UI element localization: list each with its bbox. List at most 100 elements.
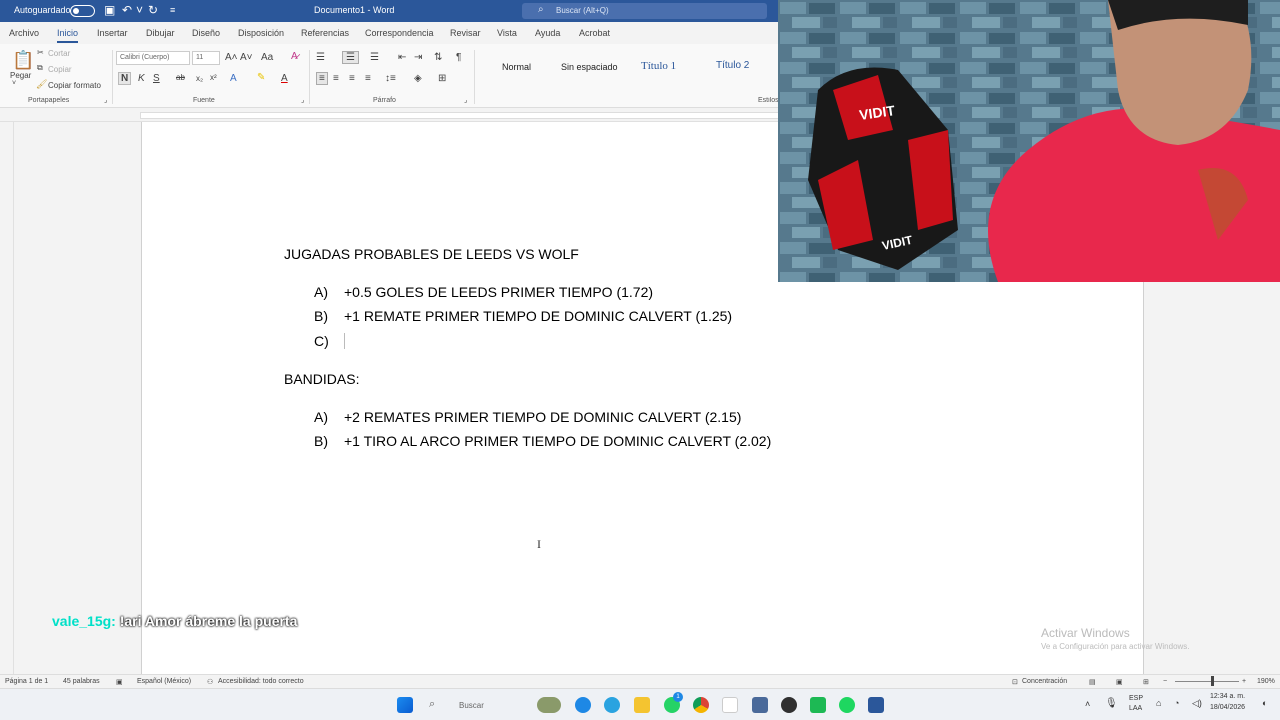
paste-label[interactable]: Pegar: [10, 71, 31, 80]
network-icon[interactable]: ⌂: [1156, 698, 1161, 708]
language-top[interactable]: ESP: [1129, 695, 1143, 702]
app-icon[interactable]: [781, 697, 797, 713]
tab-correspondencia[interactable]: Correspondencia: [365, 28, 434, 38]
style-no-spacing[interactable]: Sin espaciado: [561, 62, 618, 72]
app-icon[interactable]: [810, 697, 826, 713]
web-layout-icon[interactable]: ⊞: [1143, 678, 1149, 686]
bold-icon[interactable]: N: [118, 72, 132, 85]
tab-acrobat[interactable]: Acrobat: [579, 28, 610, 38]
font-name-box[interactable]: Calibri (Cuerpo): [116, 51, 190, 65]
subscript-icon[interactable]: x₂: [196, 74, 203, 83]
borders-icon[interactable]: ⊞: [438, 73, 446, 84]
align-center-icon[interactable]: ≡: [333, 73, 339, 84]
wifi-icon[interactable]: ◔: [1174, 698, 1179, 708]
microphone-icon[interactable]: 🎙: [1105, 698, 1118, 709]
decrease-indent-icon[interactable]: ⇤: [398, 52, 406, 63]
cut-label[interactable]: Cortar: [48, 49, 70, 58]
save-icon[interactable]: ▣: [104, 3, 115, 17]
tab-diseno[interactable]: Diseño: [192, 28, 220, 38]
zoom-out-icon[interactable]: −: [1163, 678, 1167, 685]
read-mode-icon[interactable]: ▤: [1089, 678, 1096, 686]
word-count[interactable]: 45 palabras: [63, 678, 100, 685]
increase-indent-icon[interactable]: ⇥: [414, 52, 422, 63]
language-status[interactable]: Español (México): [137, 678, 191, 685]
undo-dropdown-icon[interactable]: ˅: [136, 3, 143, 17]
undo-icon[interactable]: ↶: [122, 3, 132, 17]
numbering-icon[interactable]: ☰: [342, 51, 359, 64]
style-heading1[interactable]: Título 1: [641, 60, 676, 72]
style-heading2[interactable]: Título 2: [716, 60, 749, 71]
tab-vista[interactable]: Vista: [497, 28, 517, 38]
text-effects-icon[interactable]: A: [230, 73, 237, 84]
proofing-icon[interactable]: ▣: [116, 678, 123, 686]
paste-icon[interactable]: 📋: [12, 50, 34, 71]
app-icon[interactable]: [722, 697, 738, 713]
font-size-box[interactable]: 11: [192, 51, 220, 65]
autosave-toggle[interactable]: [70, 5, 95, 17]
print-layout-icon[interactable]: ▣: [1116, 678, 1123, 686]
vertical-ruler[interactable]: [0, 122, 14, 674]
align-left-icon[interactable]: ≡: [316, 72, 328, 85]
change-case-icon[interactable]: Aa: [261, 52, 273, 63]
paste-dropdown-icon[interactable]: ˅: [12, 80, 16, 87]
grow-font-icon[interactable]: A˄: [225, 52, 238, 63]
spotify-icon[interactable]: [839, 697, 855, 713]
telegram-icon[interactable]: [604, 697, 620, 713]
shading-icon[interactable]: ◈: [414, 73, 422, 84]
file-explorer-icon[interactable]: [634, 697, 650, 713]
multilevel-list-icon[interactable]: ☰: [370, 52, 379, 63]
chevron-up-icon[interactable]: ˄: [1085, 699, 1090, 709]
shrink-font-icon[interactable]: A˅: [240, 52, 253, 63]
tab-archivo[interactable]: Archivo: [9, 28, 39, 38]
font-launcher-icon[interactable]: ⌟: [301, 96, 304, 104]
sort-icon[interactable]: ⇅: [434, 52, 442, 63]
tab-ayuda[interactable]: Ayuda: [535, 28, 560, 38]
vertical-scrollbar[interactable]: [1268, 282, 1280, 674]
tab-inicio[interactable]: Inicio: [57, 28, 79, 43]
page-count[interactable]: Página 1 de 1: [5, 678, 48, 685]
chrome-icon[interactable]: [693, 697, 709, 713]
strikethrough-icon[interactable]: ab: [176, 73, 185, 82]
clock-date[interactable]: 18/04/2026: [1210, 704, 1245, 711]
show-marks-icon[interactable]: ¶: [456, 52, 461, 63]
underline-icon[interactable]: S: [153, 73, 160, 84]
tab-insertar[interactable]: Insertar: [97, 28, 128, 38]
clipboard-launcher-icon[interactable]: ⌟: [104, 96, 107, 104]
focus-mode[interactable]: Concentración: [1022, 678, 1067, 685]
redo-icon[interactable]: ↻: [148, 3, 158, 17]
line-spacing-icon[interactable]: ↕≡: [385, 73, 396, 84]
justify-icon[interactable]: ≡: [365, 73, 371, 84]
customize-toolbar-icon[interactable]: ≡: [170, 5, 175, 15]
italic-icon[interactable]: K: [138, 73, 145, 84]
tab-revisar[interactable]: Revisar: [450, 28, 481, 38]
style-normal[interactable]: Normal: [502, 62, 531, 72]
tab-dibujar[interactable]: Dibujar: [146, 28, 175, 38]
start-icon[interactable]: [397, 697, 413, 713]
align-right-icon[interactable]: ≡: [349, 73, 355, 84]
edge-icon[interactable]: [575, 697, 591, 713]
clear-formatting-icon[interactable]: A̷: [291, 51, 298, 62]
volume-icon[interactable]: ◁): [1192, 698, 1202, 709]
zoom-slider-thumb[interactable]: [1211, 676, 1214, 686]
language-bottom[interactable]: LAA: [1129, 705, 1142, 712]
superscript-icon[interactable]: x²: [210, 73, 217, 82]
zoom-slider[interactable]: [1175, 681, 1239, 682]
tab-disposicion[interactable]: Disposición: [238, 28, 284, 38]
copy-label[interactable]: Copiar: [48, 65, 72, 74]
font-color-icon[interactable]: A: [281, 73, 288, 84]
tab-referencias[interactable]: Referencias: [301, 28, 349, 38]
horizontal-ruler[interactable]: [0, 108, 780, 122]
clock-time[interactable]: 12:34 a. m.: [1210, 693, 1245, 700]
notifications-icon[interactable]: ◐: [1262, 698, 1267, 708]
word-icon[interactable]: [868, 697, 884, 713]
zoom-level[interactable]: 190%: [1257, 678, 1275, 685]
format-painter-label[interactable]: Copiar formato: [48, 81, 101, 90]
calculator-icon[interactable]: [752, 697, 768, 713]
widgets-icon[interactable]: [537, 697, 561, 713]
zoom-in-icon[interactable]: +: [1242, 678, 1246, 685]
paragraph-launcher-icon[interactable]: ⌟: [464, 96, 467, 104]
highlight-icon[interactable]: ✎: [257, 72, 265, 83]
accessibility-status[interactable]: Accesibilidad: todo correcto: [218, 678, 304, 685]
search-box[interactable]: ⌕ Buscar (Alt+Q): [522, 3, 767, 19]
bullets-icon[interactable]: ☰: [316, 52, 325, 63]
